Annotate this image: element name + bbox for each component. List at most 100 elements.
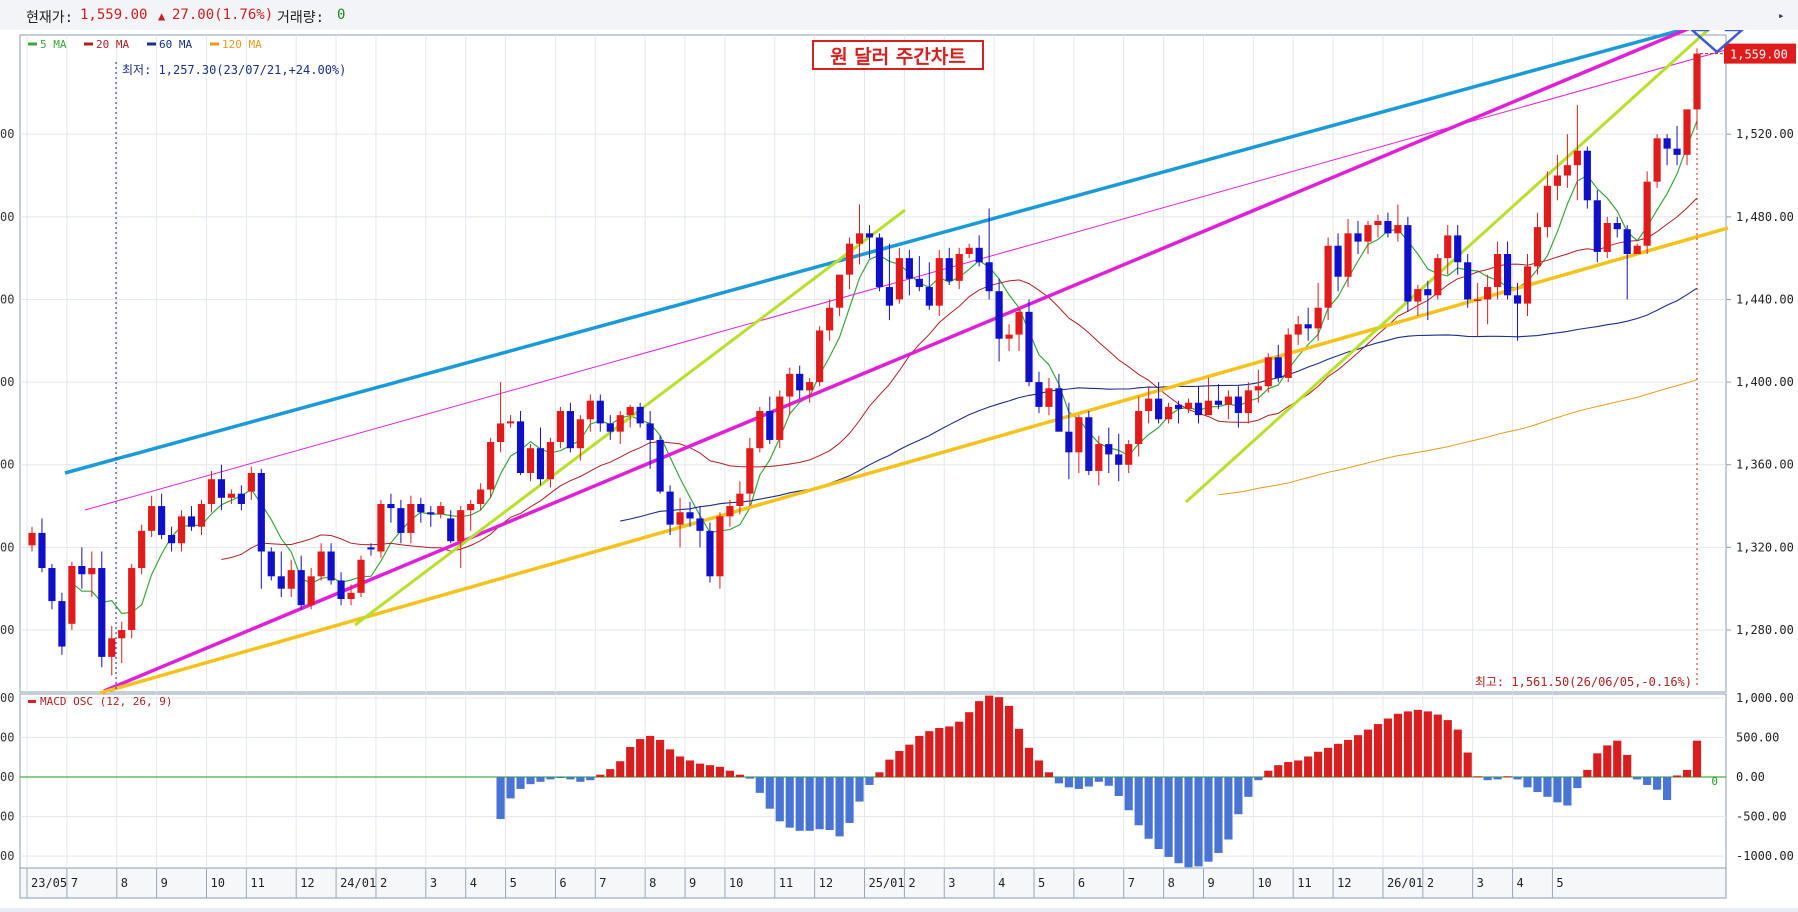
candle-body — [1184, 402, 1193, 409]
macd-bar — [1004, 705, 1014, 778]
x-tick-label: 4 — [998, 876, 1005, 890]
candle-body — [945, 258, 953, 281]
macd-left-label-clipped: 00 — [0, 770, 14, 784]
candle-body — [1105, 444, 1113, 455]
candle-body — [1543, 185, 1552, 228]
macd-bar — [1214, 777, 1223, 853]
candle-body — [516, 421, 525, 473]
candle-body — [895, 258, 903, 300]
candle — [1603, 216, 1611, 259]
left-axis-label-clipped: 00 — [0, 210, 14, 224]
macd-bar — [1244, 777, 1253, 797]
macd-bar — [815, 777, 824, 830]
macd-bar — [865, 777, 874, 785]
candle-body — [1613, 223, 1621, 230]
candle-body — [1194, 402, 1203, 416]
macd-bar — [895, 750, 904, 778]
candle-body — [78, 565, 86, 575]
x-tick-label: 10 — [210, 876, 224, 890]
macd-bar — [586, 777, 595, 781]
candle-body — [1304, 324, 1312, 329]
macd-bar — [1663, 777, 1672, 800]
candle-body — [1603, 223, 1611, 252]
macd-bar — [1353, 735, 1363, 778]
x-tick-label: 2 — [908, 876, 915, 890]
candle-body — [1204, 400, 1213, 416]
candle-body — [965, 247, 973, 254]
candle-body — [1224, 396, 1232, 405]
candle-body — [1503, 254, 1512, 296]
candle-body — [1384, 220, 1392, 234]
candle-body — [457, 510, 465, 542]
x-tick-label: 12 — [1337, 876, 1351, 890]
candle-body — [197, 503, 206, 527]
macd-bar — [1074, 777, 1083, 789]
x-tick-label: 5 — [1556, 876, 1563, 890]
candle-body — [656, 439, 664, 492]
macd-y-label: 0.00 — [1736, 770, 1765, 784]
quote-bar: 현재가: 1,559.00 ▲ 27.00(1.76%) 거래량: 0 ▸ — [0, 0, 1798, 31]
candle-body — [666, 491, 674, 525]
macd-left-label-clipped: 00 — [0, 849, 14, 863]
macd-bar — [665, 749, 675, 778]
macd-bar — [1553, 777, 1562, 803]
macd-bar — [596, 774, 605, 778]
macd-bar — [1682, 769, 1692, 778]
candle-body — [98, 568, 106, 657]
high-annotation: 최고: 1,561.50(26/06/05,-0.16%) — [1475, 675, 1692, 689]
candle-body — [167, 534, 176, 544]
x-tick-label: 2 — [1427, 876, 1434, 890]
candle-body — [1553, 175, 1562, 186]
x-tick-label: 3 — [430, 876, 437, 890]
macd-bar — [1343, 739, 1353, 778]
candle-body — [427, 512, 435, 515]
candle — [68, 561, 76, 631]
candle-body — [467, 503, 475, 511]
candle-body — [1035, 382, 1043, 407]
candle-body — [48, 568, 56, 602]
candle-body — [1623, 229, 1631, 254]
candle — [1284, 328, 1292, 383]
y-tick-label: 1,280.00 — [1736, 623, 1794, 637]
candle-body — [596, 400, 604, 424]
candle-body — [626, 406, 634, 416]
left-axis-label-clipped: 00 — [0, 127, 14, 141]
candle — [357, 555, 365, 597]
candle — [98, 551, 106, 668]
macd-bar — [1114, 777, 1123, 797]
candle-body — [536, 448, 545, 480]
candle-body — [716, 516, 724, 577]
candle-body — [1454, 235, 1462, 263]
volume-value: 0 — [337, 7, 346, 23]
x-tick-label: 6 — [1078, 876, 1085, 890]
candle-body — [227, 493, 235, 498]
macd-bar — [1134, 777, 1143, 826]
macd-left-label-clipped: 00 — [0, 731, 14, 745]
candle-body — [1324, 245, 1332, 308]
candle-body — [1344, 233, 1352, 277]
macd-bar — [606, 769, 615, 778]
macd-bar — [1373, 724, 1383, 778]
candle-body — [1563, 165, 1571, 176]
candle-body — [1494, 254, 1502, 288]
macd-y-label: -1000.00 — [1736, 849, 1794, 863]
candle — [1583, 146, 1591, 209]
macd-zero-label: 0 — [1711, 775, 1718, 788]
left-axis-label-clipped: 00 — [0, 375, 14, 389]
candle-body — [1354, 233, 1362, 242]
macd-bar — [636, 739, 645, 778]
macd-bar — [1433, 714, 1442, 778]
macd-bar — [735, 774, 744, 778]
macd-bar — [775, 777, 784, 822]
candle-body — [28, 532, 36, 546]
macd-bar — [1124, 777, 1133, 811]
macd-bar — [715, 766, 725, 778]
macd-bar — [975, 701, 984, 778]
expand-arrow-icon[interactable]: ▸ — [1778, 9, 1785, 22]
candle-body — [1174, 404, 1183, 409]
macd-bar — [1194, 777, 1203, 867]
candle-body — [1314, 307, 1322, 329]
candle-body — [1234, 396, 1242, 414]
candle-body — [138, 530, 146, 569]
macd-bar — [1503, 776, 1512, 778]
